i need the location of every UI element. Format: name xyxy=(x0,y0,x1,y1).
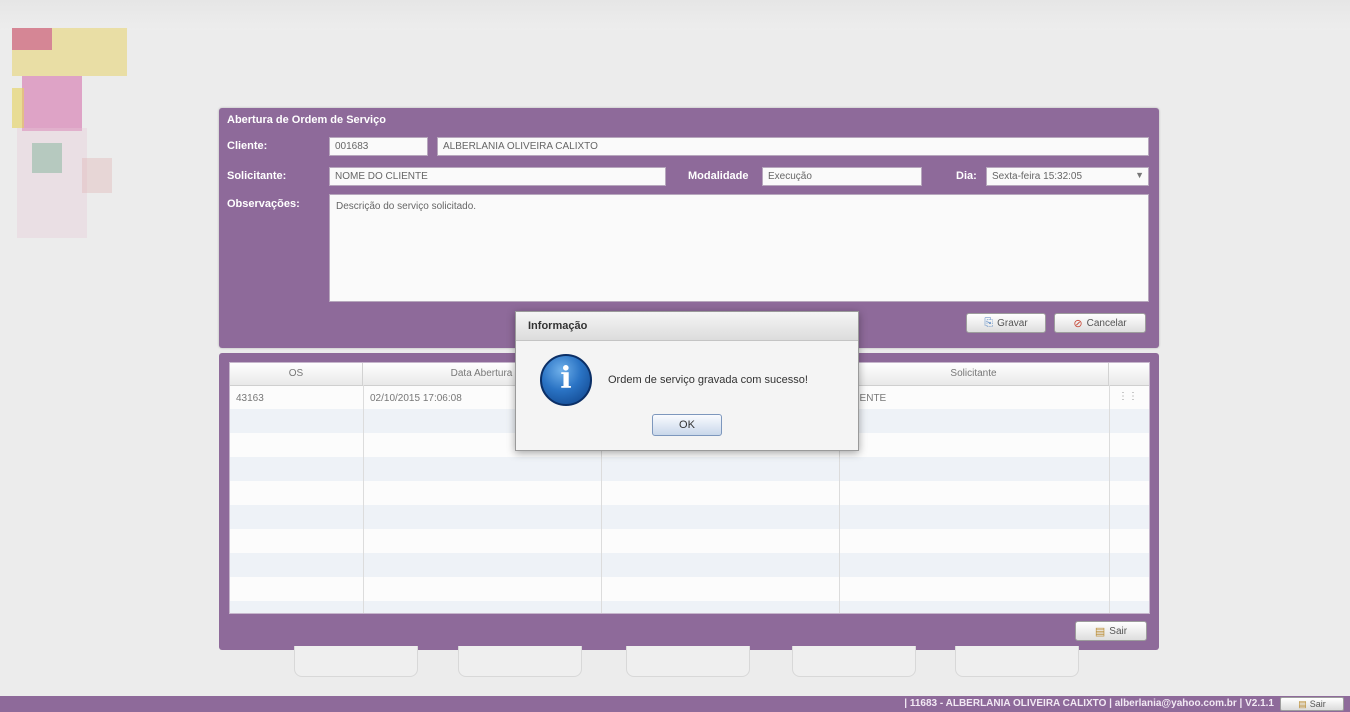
save-icon: ⎘ xyxy=(984,316,994,329)
chevron-down-icon: ▼ xyxy=(1135,170,1144,180)
footer-user-info: | 11683 - ALBERLANIA OLIVEIRA CALIXTO | … xyxy=(904,698,1274,709)
dock-item[interactable] xyxy=(955,646,1079,677)
cancel-icon: ⊘ xyxy=(1073,317,1083,330)
data-abertura-cell: 02/10/2015 17:06:08 xyxy=(370,393,462,404)
dialog-title-bar[interactable]: Informação xyxy=(516,312,858,341)
dock-item[interactable] xyxy=(792,646,916,677)
footer-sair-label: Sair xyxy=(1309,699,1326,709)
dock-item[interactable] xyxy=(458,646,582,677)
solicitante-label: Solicitante: xyxy=(227,170,287,182)
sair-button[interactable]: ▤ Sair xyxy=(1075,621,1147,641)
dock-item[interactable] xyxy=(626,646,750,677)
gravar-button[interactable]: ⎘ Gravar xyxy=(966,313,1046,333)
footer-sair-button[interactable]: ▤ Sair xyxy=(1280,697,1344,711)
observacoes-label: Observações: xyxy=(227,198,300,210)
modalidade-value: Execução xyxy=(768,171,812,182)
column-header-os[interactable]: OS xyxy=(230,363,363,385)
solicitante-field[interactable]: NOME DO CLIENTE xyxy=(329,167,666,186)
dock-item[interactable] xyxy=(294,646,418,677)
cliente-name-field[interactable]: ALBERLANIA OLIVEIRA CALIXTO xyxy=(437,137,1149,156)
company-logo xyxy=(12,28,157,243)
row-menu-icon[interactable]: ⋮⋮ xyxy=(1118,391,1138,402)
modalidade-select[interactable]: Execução xyxy=(762,167,922,186)
dialog-message: Ordem de serviço gravada com sucesso! xyxy=(608,374,808,386)
column-header-solicitante[interactable]: Solicitante xyxy=(839,363,1109,385)
modalidade-label: Modalidade xyxy=(688,170,749,182)
exit-icon: ▤ xyxy=(1298,698,1307,709)
top-bar xyxy=(0,0,1350,30)
info-icon: i xyxy=(540,354,592,406)
sair-button-label: Sair xyxy=(1109,625,1128,637)
form-title: Abertura de Ordem de Serviço xyxy=(227,114,386,126)
dialog-title: Informação xyxy=(528,320,588,332)
dia-select[interactable]: Sexta-feira 15:32:05 ▼ xyxy=(986,167,1149,186)
dia-value: Sexta-feira 15:32:05 xyxy=(992,171,1083,182)
cancelar-button[interactable]: ⊘ Cancelar xyxy=(1054,313,1146,333)
information-dialog: Informação i Ordem de serviço gravada co… xyxy=(515,311,859,451)
os-cell: 43163 xyxy=(236,393,264,404)
cancelar-button-label: Cancelar xyxy=(1086,317,1127,329)
gravar-button-label: Gravar xyxy=(997,317,1028,329)
observacoes-textarea[interactable]: Descrição do serviço solicitado. xyxy=(329,194,1149,302)
cliente-label: Cliente: xyxy=(227,140,268,152)
cliente-code-field[interactable]: 001683 xyxy=(329,137,428,156)
dia-label: Dia: xyxy=(956,170,977,182)
footer-bar: | 11683 - ALBERLANIA OLIVEIRA CALIXTO | … xyxy=(0,696,1350,712)
exit-icon: ▤ xyxy=(1094,625,1106,638)
ok-button[interactable]: OK xyxy=(652,414,722,436)
